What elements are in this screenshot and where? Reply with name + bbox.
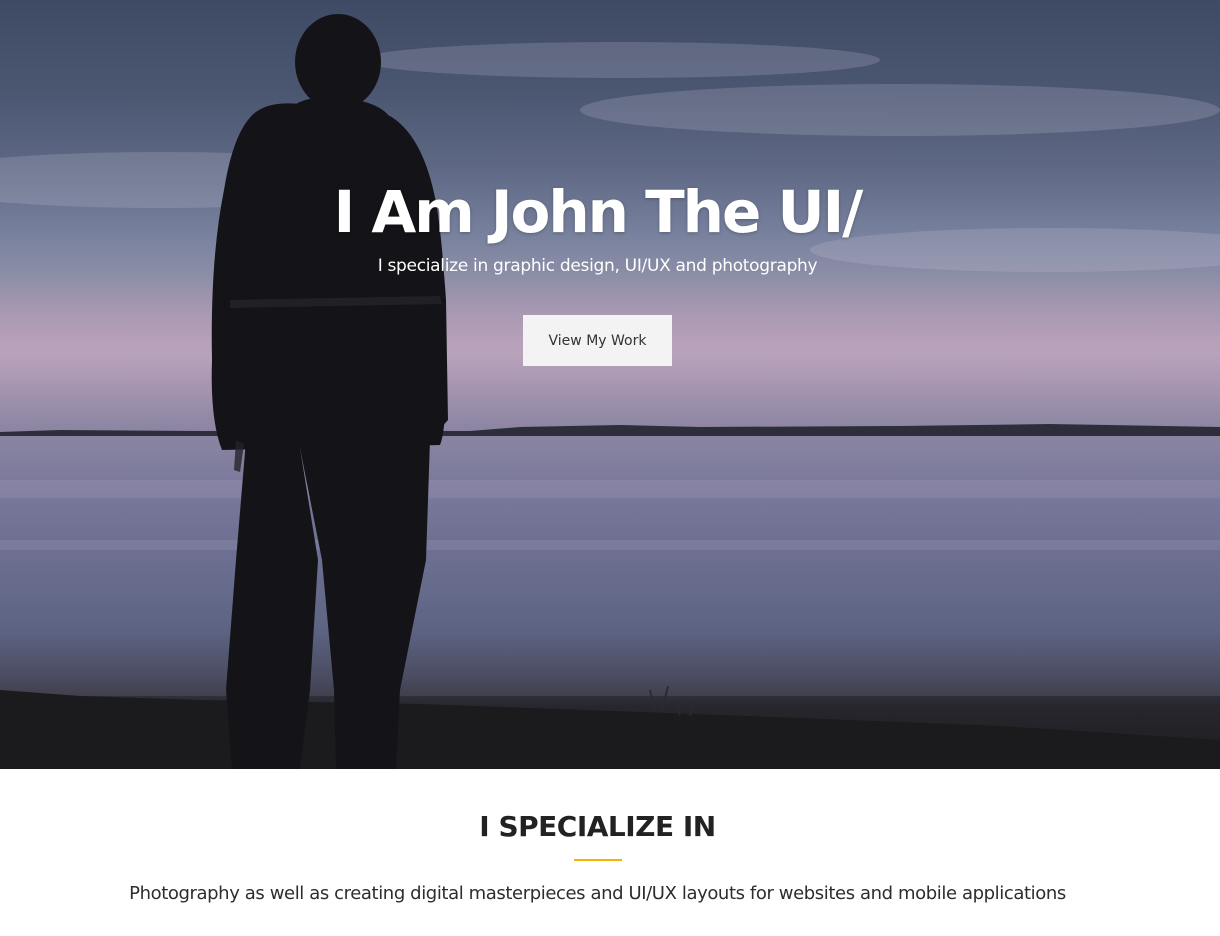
section-heading: I SPECIALIZE IN: [479, 810, 716, 843]
hero-subtitle: I specialize in graphic design, UI/UX an…: [377, 256, 818, 276]
heading-underline: [574, 859, 622, 861]
hero-background-image: [0, 14, 1220, 769]
hero-section: I Am John The UI/ I specialize in graphi…: [0, 0, 1220, 769]
hero-title: I Am John The UI/: [333, 178, 864, 246]
view-my-work-button[interactable]: View My Work: [523, 315, 672, 366]
section-description: Photography as well as creating digital …: [129, 883, 1066, 904]
